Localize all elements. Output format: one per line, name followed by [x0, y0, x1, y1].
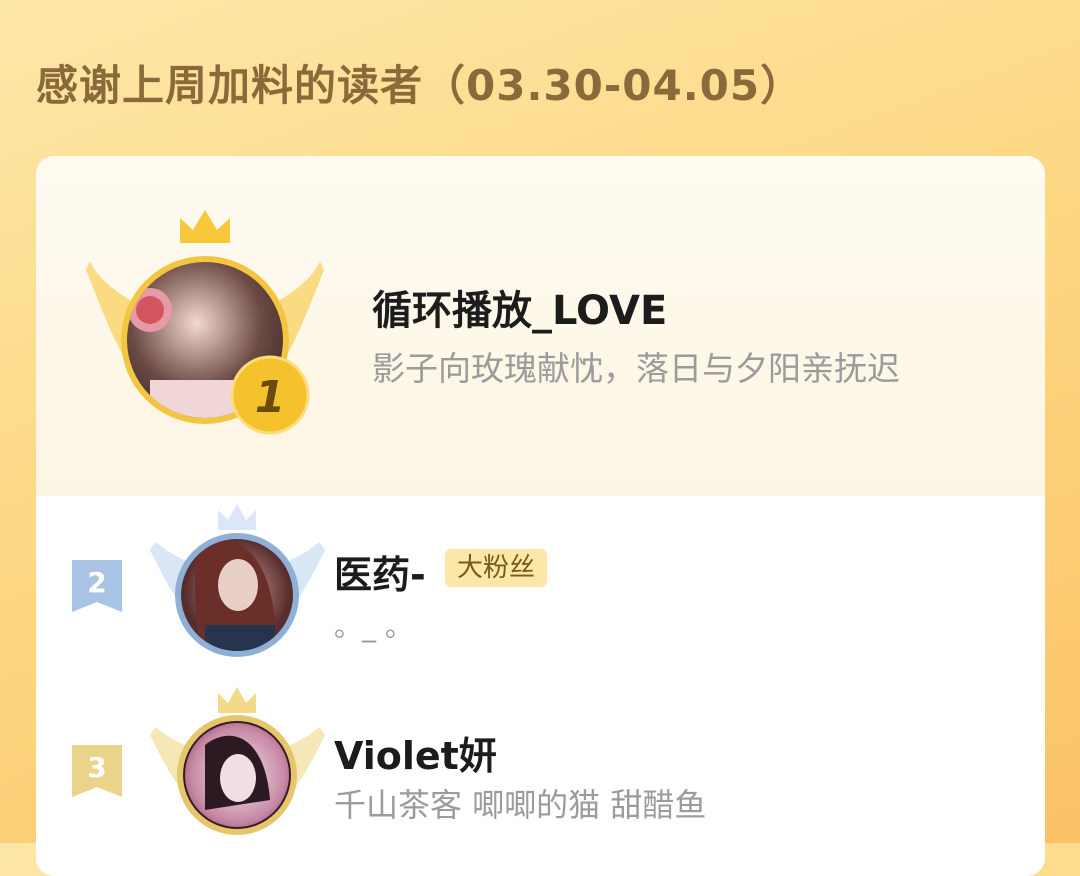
rank-3-number: 3	[87, 751, 107, 784]
rank-2-number: 2	[87, 566, 107, 599]
gold-crown-icon	[180, 210, 230, 243]
reader-2-name[interactable]: 医药-	[334, 544, 426, 599]
reader-3-name[interactable]: Violet妍	[334, 725, 497, 780]
silver-crown-icon	[218, 504, 256, 530]
reader-3-subtitle: 千山茶客 唧唧的猫 甜醋鱼	[334, 786, 707, 824]
rank-1-number: 1	[254, 372, 286, 423]
reader-2-subtitle: 。_ 。	[334, 610, 413, 643]
reader-1-subtitle: 影子向玫瑰献忱，落日与夕阳亲抚迟	[372, 349, 900, 388]
leaderboard-graphics	[72, 210, 325, 835]
bronze-crown-icon	[218, 687, 256, 713]
reader-1-name[interactable]: 循环播放_LOVE	[372, 278, 667, 336]
fan-level-badge: 大粉丝	[445, 549, 548, 587]
